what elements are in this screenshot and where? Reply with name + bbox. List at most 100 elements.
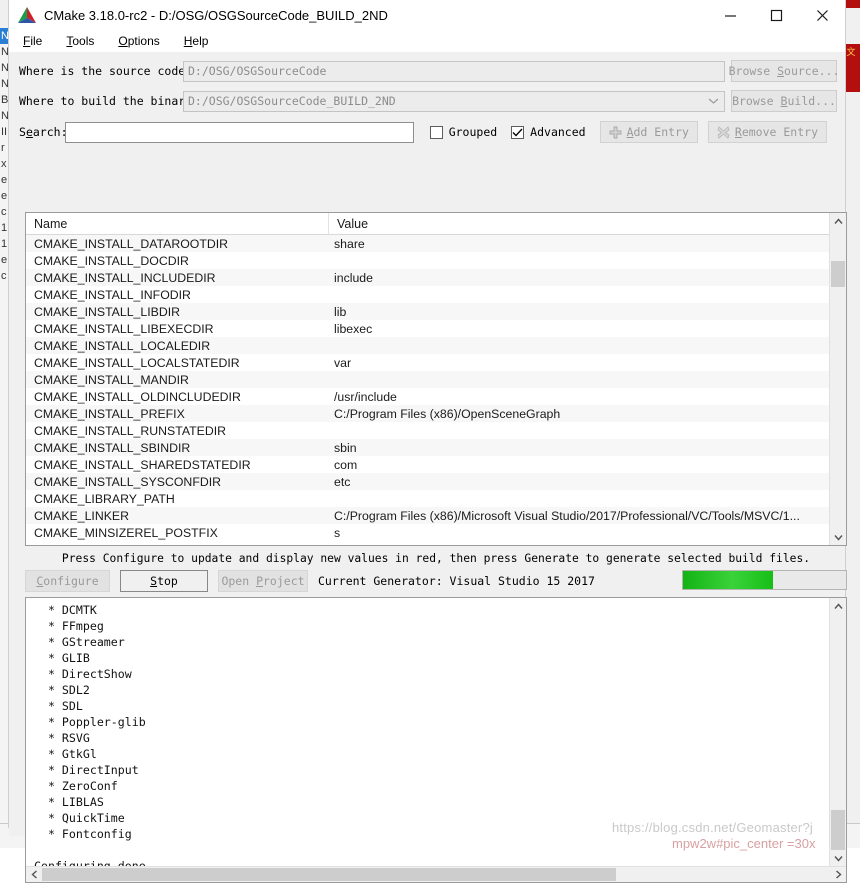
advanced-checkbox[interactable]: [511, 125, 525, 139]
scroll-up-icon[interactable]: [830, 213, 846, 229]
output-scroll-up-icon[interactable]: [830, 598, 846, 614]
close-button[interactable]: [799, 0, 845, 30]
cache-entry-name: CMAKE_INSTALL_DOCDIR: [34, 253, 189, 268]
table-row[interactable]: CMAKE_MINSIZEREL_POSTFIX s: [26, 524, 829, 541]
table-row[interactable]: CMAKE_INSTALL_INFODIR: [26, 286, 829, 303]
cache-entry-value[interactable]: var: [329, 356, 829, 370]
output-hscroll-track[interactable]: [42, 867, 830, 882]
grouped-checkbox-wrap[interactable]: Grouped: [429, 125, 498, 139]
grouped-label: Grouped: [448, 125, 498, 139]
table-row[interactable]: CMAKE_INSTALL_RUNSTATEDIR: [26, 422, 829, 439]
scroll-down-icon[interactable]: [830, 529, 846, 545]
cache-entry-name: CMAKE_INSTALL_DATAROOTDIR: [34, 236, 229, 251]
cache-entry-value[interactable]: /usr/include: [329, 390, 829, 404]
menu-options-rest: ptions: [127, 34, 160, 48]
cache-scroll-thumb[interactable]: [831, 261, 845, 287]
cache-entry-name: CMAKE_MINSIZEREL_POSTFIX: [34, 525, 218, 540]
menu-tools-rest: ools: [72, 34, 95, 48]
menu-item-tools[interactable]: Tools: [66, 34, 94, 48]
table-row[interactable]: CMAKE_INSTALL_LOCALEDIR: [26, 337, 829, 354]
progress-bar: [682, 570, 847, 590]
search-input[interactable]: [65, 121, 414, 143]
minimize-button[interactable]: [707, 0, 753, 30]
cache-entry-name: CMAKE_INSTALL_MANDIR: [34, 372, 189, 387]
output-scroll-left-icon[interactable]: [26, 867, 42, 882]
cache-entry-value[interactable]: C:/Program Files (x86)/Microsoft Visual …: [329, 509, 829, 523]
output-vertical-scrollbar[interactable]: [829, 598, 846, 866]
progress-bar-fill: [683, 571, 773, 589]
cmake-logo-icon: [18, 7, 36, 23]
table-row[interactable]: CMAKE_INSTALL_SHAREDSTATEDIR com: [26, 456, 829, 473]
output-scroll-right-icon[interactable]: [830, 867, 846, 882]
output-scroll-down-icon[interactable]: [830, 850, 846, 866]
table-row[interactable]: CMAKE_INSTALL_LIBDIR lib: [26, 303, 829, 320]
remove-x-icon: [717, 125, 730, 139]
advanced-label: Advanced: [530, 125, 586, 139]
menu-options-accel: O: [118, 34, 128, 48]
browse-build-button[interactable]: Browse Build...: [731, 90, 837, 112]
cache-entry-name: CMAKE_INSTALL_SYSCONFDIR: [34, 474, 222, 489]
table-row[interactable]: CMAKE_INSTALL_DOCDIR: [26, 252, 829, 269]
cache-entry-name: CMAKE_INSTALL_LIBDIR: [34, 304, 181, 319]
table-row[interactable]: CMAKE_INSTALL_LOCALSTATEDIR var: [26, 354, 829, 371]
column-header-value[interactable]: Value: [329, 213, 829, 234]
cache-scroll-track[interactable]: [830, 229, 846, 529]
window-title: CMake 3.18.0-rc2 - D:/OSG/OSGSourceCode_…: [44, 7, 388, 23]
table-row[interactable]: CMAKE_INSTALL_PREFIX C:/Program Files (x8…: [26, 405, 829, 422]
table-row[interactable]: CMAKE_INSTALL_OLDINCLUDEDIR/usr/include: [26, 388, 829, 405]
column-header-name[interactable]: Name: [26, 213, 329, 234]
checkmark-icon: [512, 128, 523, 136]
menu-item-file[interactable]: File: [23, 34, 42, 48]
cache-entry-value[interactable]: share: [329, 237, 829, 251]
build-path-combo[interactable]: D:/OSG/OSGSourceCode_BUILD_2ND: [183, 90, 725, 112]
menu-help-rest: elp: [192, 34, 209, 48]
cache-entries-table: Name Value CMAKE_INSTALL_DATAROOTDIR shar…: [25, 212, 847, 546]
stop-button[interactable]: Stop: [120, 570, 208, 592]
cache-entry-value[interactable]: sbin: [329, 441, 829, 455]
output-horizontal-scrollbar[interactable]: [26, 866, 846, 882]
table-row[interactable]: CMAKE_INSTALL_LIBEXECDIR libexec: [26, 320, 829, 337]
configure-button[interactable]: Configure: [25, 570, 110, 592]
table-row[interactable]: CMAKE_INSTALL_MANDIR: [26, 371, 829, 388]
output-hscroll-thumb[interactable]: [42, 868, 616, 881]
table-row[interactable]: CMAKE_LIBRARY_PATH: [26, 490, 829, 507]
cmake-main-window: CMake 3.18.0-rc2 - D:/OSG/OSGSourceCode_…: [8, 0, 847, 883]
table-row[interactable]: CMAKE_INSTALL_SYSCONFDIR etc: [26, 473, 829, 490]
menu-item-options[interactable]: Options: [118, 34, 159, 48]
cache-entry-value[interactable]: s: [329, 526, 829, 540]
cache-entry-value[interactable]: include: [329, 271, 829, 285]
search-row: Search: Grouped Advanced Add Entry Remov…: [9, 121, 845, 143]
table-row[interactable]: CMAKE_INSTALL_SBINDIR sbin: [26, 439, 829, 456]
output-log-panel: * DCMTK * FFmpeg * GStreamer * GLIB * Di…: [25, 597, 847, 883]
table-row[interactable]: CMAKE_LINKER C:/Program Files (x86)/Micro…: [26, 507, 829, 524]
output-log-text[interactable]: * DCMTK * FFmpeg * GStreamer * GLIB * Di…: [26, 598, 829, 866]
build-path-row: Where to build the binaries: D:/OSG/OSGS…: [9, 90, 845, 112]
cache-table-inner: Name Value CMAKE_INSTALL_DATAROOTDIR shar…: [26, 213, 829, 545]
cache-entry-value[interactable]: C:/Program Files (x86)/OpenSceneGraph: [329, 407, 829, 421]
advanced-checkbox-wrap[interactable]: Advanced: [511, 125, 586, 139]
output-scroll-track[interactable]: [830, 614, 846, 850]
output-scroll-thumb[interactable]: [831, 810, 845, 850]
table-row[interactable]: CMAKE_INSTALL_DATAROOTDIR share: [26, 235, 829, 252]
chevron-down-icon: [708, 98, 719, 104]
action-button-row: Configure Stop Open Project Current Gene…: [25, 570, 847, 592]
source-code-input[interactable]: D:/OSG/OSGSourceCode: [183, 60, 725, 82]
cache-entry-name: CMAKE_INSTALL_LIBEXECDIR: [34, 321, 214, 336]
cache-entry-value[interactable]: libexec: [329, 322, 829, 336]
open-project-button[interactable]: Open Project: [218, 570, 308, 592]
browse-source-button[interactable]: Browse Source...: [729, 60, 839, 82]
cache-entry-value[interactable]: etc: [329, 475, 829, 489]
maximize-button[interactable]: [753, 0, 799, 30]
grouped-checkbox[interactable]: [429, 125, 443, 139]
plus-icon: [609, 126, 622, 139]
cache-entry-name: CMAKE_INSTALL_SBINDIR: [34, 440, 191, 455]
build-binaries-label: Where to build the binaries:: [19, 94, 213, 108]
menu-item-help[interactable]: Help: [184, 34, 209, 48]
table-row[interactable]: CMAKE_INSTALL_INCLUDEDIR include: [26, 269, 829, 286]
add-entry-button[interactable]: Add Entry: [599, 121, 698, 143]
cache-entry-value[interactable]: lib: [329, 305, 829, 319]
cache-entry-name: CMAKE_INSTALL_INCLUDEDIR: [34, 270, 216, 285]
cache-table-vertical-scrollbar[interactable]: [829, 213, 846, 545]
remove-entry-button[interactable]: Remove Entry: [707, 121, 827, 143]
cache-entry-value[interactable]: com: [329, 458, 829, 472]
